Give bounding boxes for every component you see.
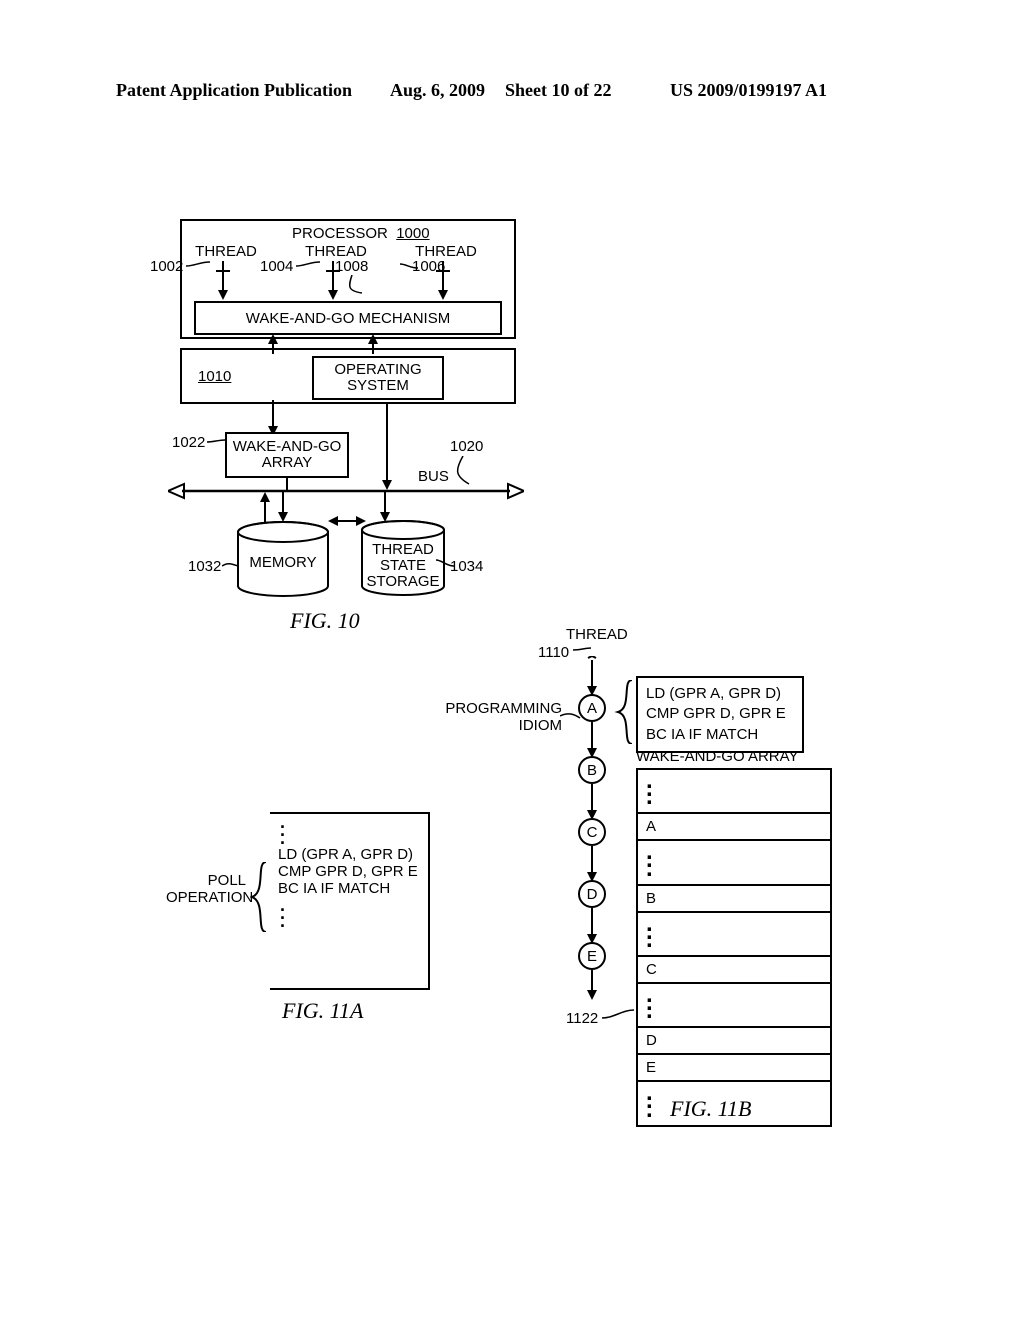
thread-node-c: C — [578, 818, 606, 846]
idiom-cmp: CMP GPR D, GPR E — [646, 704, 794, 724]
arrow-bus-mem-up — [258, 492, 272, 522]
processor-label: PROCESSOR 1000 — [292, 225, 412, 242]
arrow-os-up-1 — [266, 334, 280, 354]
arrow-b-c — [585, 784, 599, 820]
idiom-box: LD (GPR A, GPR D) CMP GPR D, GPR E BC IA… — [636, 676, 804, 753]
arrow-thread3-mech — [436, 270, 450, 300]
poll-bc: BC IA IF MATCH — [278, 880, 428, 897]
arrow-d-e — [585, 908, 599, 944]
fig11a-caption: FIG. 11A — [282, 998, 363, 1024]
wag-row-e: E — [638, 1053, 830, 1080]
idiom-bc: BC IA IF MATCH — [646, 725, 794, 745]
wake-and-go-mechanism: WAKE-AND-GO MECHANISM — [194, 301, 502, 335]
header-left: Patent Application Publication — [116, 80, 352, 101]
ref-1008: 1008 — [335, 258, 368, 275]
wag-title: WAKE-AND-GO ARRAY — [636, 748, 799, 765]
wag-row-c: C — [638, 955, 830, 982]
ref-1010: 1010 — [198, 368, 231, 385]
ref-1110: 1110 — [538, 644, 569, 661]
arrow-a-b — [585, 722, 599, 758]
ref-1006-line — [400, 262, 420, 274]
poll-dots-bottom: ... — [278, 897, 428, 929]
tss-cylinder: THREAD STATE STORAGE — [360, 520, 446, 598]
header-sheet: Sheet 10 of 22 — [505, 80, 612, 101]
thread-node-a: A — [578, 694, 606, 722]
wake-and-go-array: WAKE-AND-GO ARRAY — [225, 432, 349, 478]
thread-label-11b: THREAD — [566, 626, 628, 643]
fig10-caption: FIG. 10 — [290, 608, 360, 634]
ref-1002-line — [186, 260, 214, 274]
ref-1122-line — [602, 1008, 636, 1022]
poll-op-box: ... LD (GPR A, GPR D) CMP GPR D, GPR E B… — [270, 812, 430, 990]
poll-op-label: POLL OPERATION — [166, 872, 246, 907]
wag-row-dots-1: ... — [638, 770, 830, 812]
header-date: Aug. 6, 2009 — [390, 80, 485, 101]
ref-1020: 1020 — [450, 438, 483, 455]
poll-cmp: CMP GPR D, GPR E — [278, 863, 428, 880]
ref-1008-line — [346, 275, 374, 295]
bus-label: BUS — [418, 468, 449, 485]
poll-dots-top: ... — [278, 814, 428, 846]
header-right: US 2009/0199197 A1 — [670, 80, 827, 101]
ref-1034-line — [436, 558, 456, 572]
arrow-os-to-bus — [380, 404, 394, 490]
wag-row-dots-2: ... — [638, 839, 830, 883]
memory-cylinder: MEMORY — [236, 520, 330, 598]
operating-system: OPERATING SYSTEM — [312, 356, 444, 400]
fig11b-caption: FIG. 11B — [670, 1096, 751, 1122]
prog-idiom-line — [560, 712, 582, 722]
thread-label-1: THREAD — [192, 243, 260, 260]
arrow-array-bus — [280, 478, 294, 490]
ref-1002: 1002 — [150, 258, 183, 275]
arrow-os-up-2 — [366, 334, 380, 354]
ref-1004: 1004 — [260, 258, 293, 275]
thread-node-b: B — [578, 756, 606, 784]
ref-1004-line — [296, 260, 324, 274]
wag-row-dots-4: ... — [638, 982, 830, 1026]
arrow-os-to-array — [266, 400, 280, 436]
prog-idiom-label: PROGRAMMING IDIOM — [442, 700, 562, 735]
wag-row-d: D — [638, 1026, 830, 1053]
wag-table: ... A ... B ... C ... D E ... — [636, 768, 832, 1127]
arrow-tss-bus — [378, 492, 392, 522]
ref-1020-line — [453, 456, 475, 486]
wag-row-a: A — [638, 812, 830, 839]
ref-1022-line — [207, 438, 227, 448]
ref-1022: 1022 — [172, 434, 205, 451]
memory-label: MEMORY — [236, 554, 330, 571]
wag-row-dots-3: ... — [638, 911, 830, 955]
idiom-brace — [614, 680, 636, 749]
arrow-bus-mem-down — [276, 492, 290, 522]
thread-node-d: D — [578, 880, 606, 908]
arrow-thread2-mech — [326, 270, 340, 300]
arrow-e-end — [585, 970, 599, 1000]
ref-1122: 1122 — [566, 1010, 598, 1027]
arrow-c-d — [585, 846, 599, 882]
idiom-ld: LD (GPR A, GPR D) — [646, 684, 794, 704]
wag-row-b: B — [638, 884, 830, 911]
poll-ld: LD (GPR A, GPR D) — [278, 846, 428, 863]
thread-stub-top — [585, 656, 599, 696]
os-row: 1010 OPERATING SYSTEM — [180, 348, 516, 404]
ref-1032-line — [222, 562, 240, 572]
arrow-thread1-mech — [216, 270, 230, 300]
thread-node-e: E — [578, 942, 606, 970]
tss-label: THREAD STATE STORAGE — [360, 542, 446, 589]
page: Patent Application Publication Aug. 6, 2… — [0, 0, 1024, 1320]
ref-1032: 1032 — [188, 558, 221, 575]
poll-brace — [250, 862, 270, 937]
